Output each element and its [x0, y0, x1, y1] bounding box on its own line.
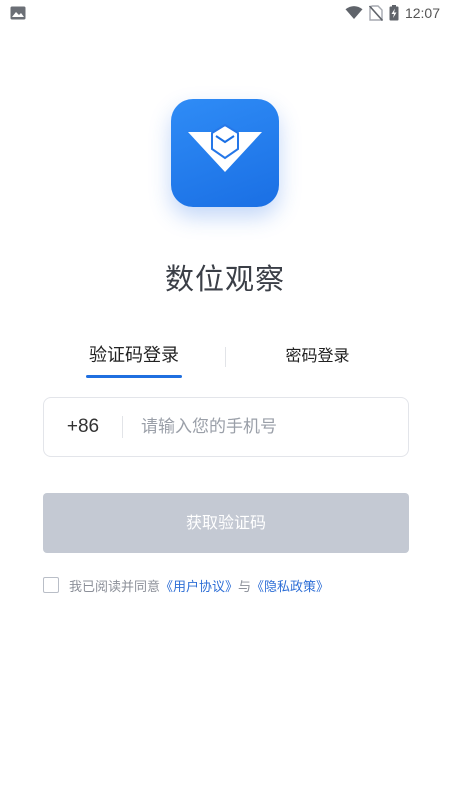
app-logo-icon — [171, 99, 279, 207]
image-icon — [10, 6, 26, 20]
status-time: 12:07 — [404, 5, 440, 21]
get-code-button[interactable]: 获取验证码 — [43, 493, 409, 553]
wifi-icon — [345, 6, 363, 20]
tab-password-login[interactable]: 密码登录 — [270, 338, 365, 378]
battery-charging-icon — [389, 5, 399, 21]
status-bar: 12:07 — [0, 0, 450, 26]
agreement-conjunction: 与 — [238, 579, 252, 595]
login-tabs: 验证码登录 密码登录 — [0, 338, 450, 384]
privacy-policy-link[interactable]: 《隐私政策》 — [251, 576, 329, 595]
phone-input[interactable] — [123, 398, 408, 456]
agreement-row: 我已阅读并同意 《用户协议》 与 《隐私政策》 — [43, 576, 329, 595]
agreement-checkbox[interactable] — [43, 577, 59, 593]
login-screen: 12:07 数位观察 验证码登录 密码登录 +86 获取验证码 我已阅读并同意 … — [0, 0, 450, 800]
user-agreement-link[interactable]: 《用户协议》 — [160, 576, 238, 595]
phone-field: +86 — [43, 397, 409, 457]
no-sim-icon — [368, 5, 383, 21]
active-tab-indicator — [86, 375, 182, 378]
tab-sms-login[interactable]: 验证码登录 — [84, 338, 184, 378]
app-name: 数位观察 — [164, 262, 285, 296]
tab-divider — [225, 347, 226, 367]
app-logo — [171, 99, 279, 207]
country-code-selector[interactable]: +86 — [44, 416, 122, 438]
agreement-prefix: 我已阅读并同意 — [69, 579, 161, 595]
